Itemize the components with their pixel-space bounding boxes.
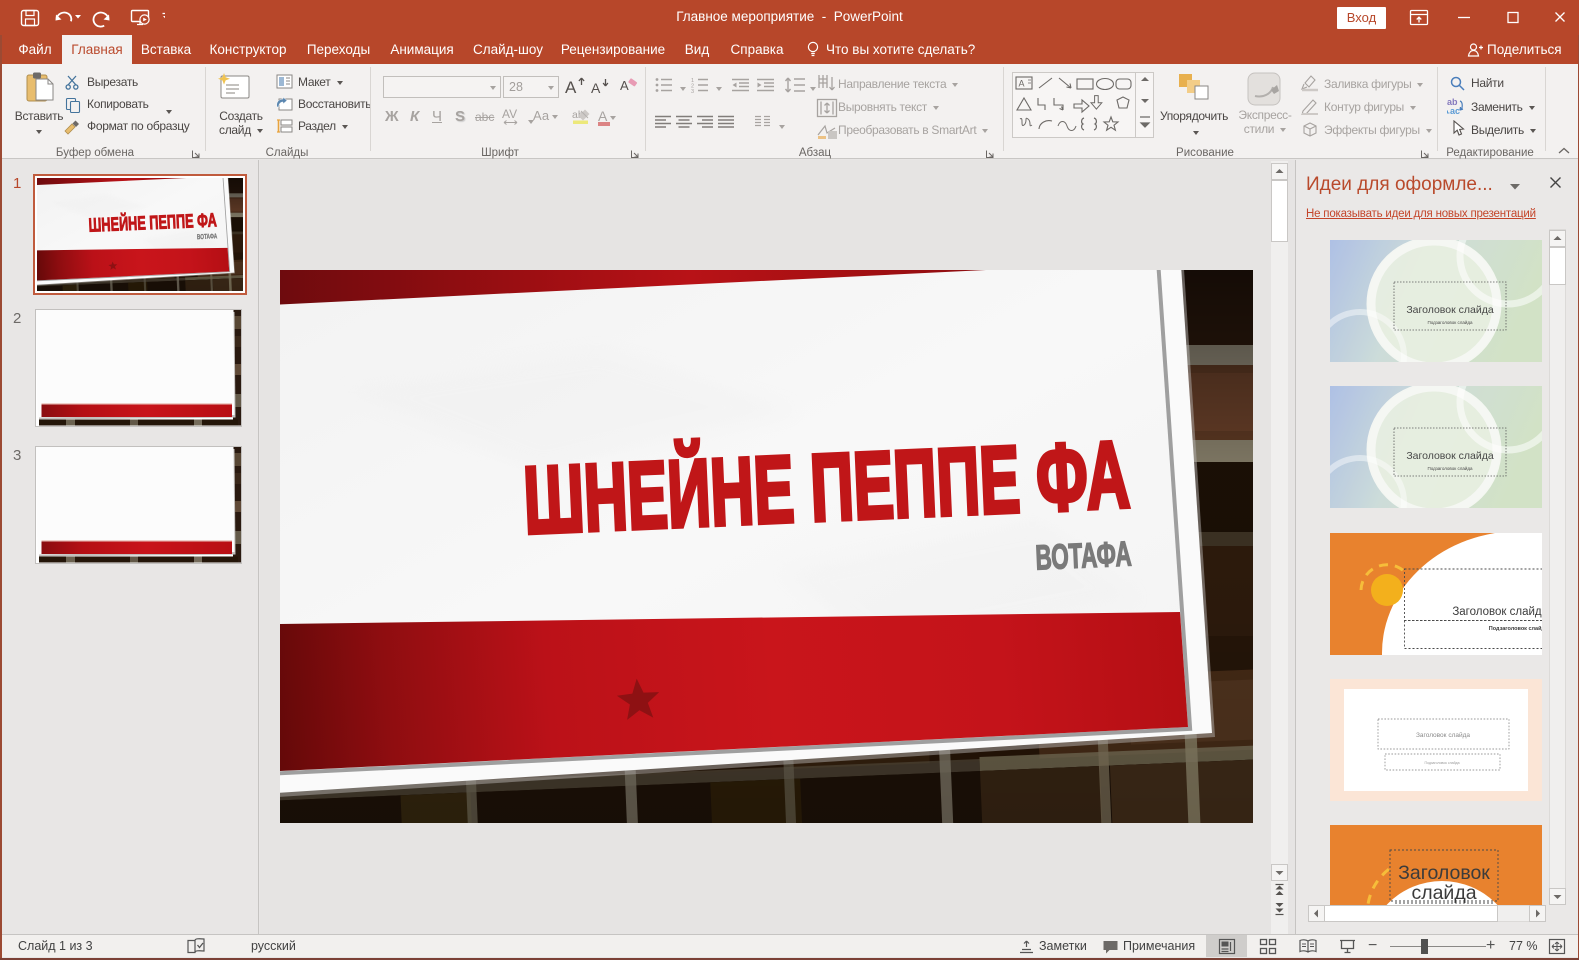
svg-text:3: 3 [691, 89, 694, 93]
svg-text:А: А [620, 78, 629, 93]
svg-text:A: A [1019, 79, 1025, 89]
svg-text:А: А [591, 80, 601, 96]
svg-text:AV: AV [502, 108, 517, 121]
svg-text:ac: ac [1450, 106, 1460, 114]
svg-text:А: А [565, 78, 577, 97]
